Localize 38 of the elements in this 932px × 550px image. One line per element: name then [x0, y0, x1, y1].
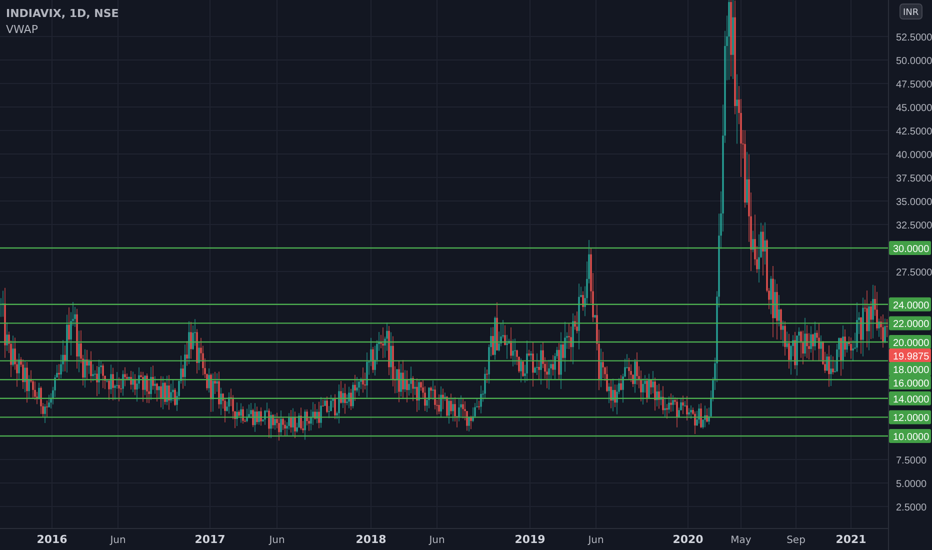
level-price-badge: 20.0000 [889, 335, 931, 349]
level-price-badge: 14.0000 [889, 391, 931, 406]
price-axis-label: 37.5000 [896, 174, 932, 184]
last-price-badge: 19.9875 [889, 348, 931, 362]
symbol-title: INDIAVIX, 1D, NSE [6, 7, 119, 20]
price-axis-label: 35.0000 [896, 197, 932, 208]
time-axis-label: May [730, 535, 752, 546]
level-price-badge: 24.0000 [889, 297, 931, 312]
price-axis-label: 2.5000 [896, 502, 927, 514]
price-axis-label: 45.0000 [896, 103, 932, 114]
price-axis-label: 47.5000 [896, 80, 932, 90]
level-price-badge: 12.0000 [889, 410, 931, 424]
price-axis-label: 50.0000 [896, 56, 932, 67]
time-axis-label: Jun [269, 535, 285, 546]
time-axis-label: Jun [110, 535, 126, 546]
time-axis-label: Jun [429, 535, 445, 546]
time-axis-label: Jun [588, 535, 604, 546]
price-axis-label: 5.0000 [896, 479, 927, 490]
price-axis-label: 7.5000 [896, 456, 927, 466]
indicator-label: VWAP [6, 23, 39, 36]
time-axis-label: 2021 [836, 533, 866, 546]
price-axis-label: 40.0000 [896, 150, 932, 161]
time-axis-label: Sep [786, 535, 806, 546]
level-price-badge: 18.0000 [889, 362, 931, 376]
time-axis-label: 2017 [194, 533, 226, 546]
price-axis-label: 27.5000 [896, 268, 932, 278]
time-axis-label: 2019 [514, 533, 546, 546]
level-price-badge: 16.0000 [889, 376, 931, 390]
price-axis-label: 32.5000 [896, 220, 932, 232]
time-axis-label: 2020 [672, 533, 704, 546]
price-axis-label: 52.5000 [896, 32, 932, 44]
level-price-badge: 22.0000 [889, 316, 931, 330]
currency-badge[interactable]: INR [900, 4, 922, 20]
level-price-badge: 30.0000 [889, 241, 931, 255]
time-axis-label: 2016 [36, 533, 68, 546]
time-axis-label: 2018 [356, 533, 386, 546]
level-price-badge: 10.0000 [889, 429, 931, 443]
price-axis-label: 42.5000 [896, 126, 932, 138]
